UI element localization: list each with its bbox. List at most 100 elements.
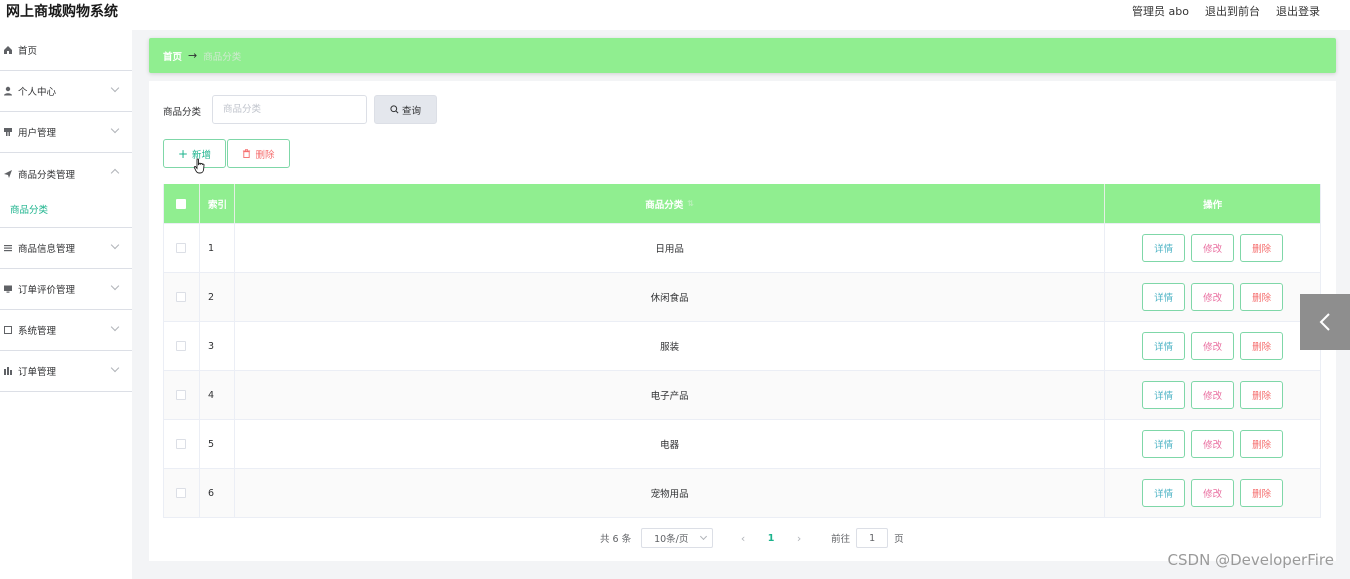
table-row: 1 日用品 详情 修改 删除 — [164, 223, 1320, 272]
search-icon — [390, 105, 399, 114]
table-row: 5 电器 详情 修改 删除 — [164, 419, 1320, 468]
row-delete-button[interactable]: 删除 — [1240, 234, 1284, 262]
sidebar-item-label: 订单评价管理 — [18, 285, 76, 296]
edit-button[interactable]: 修改 — [1191, 332, 1235, 360]
row-delete-button[interactable]: 删除 — [1240, 332, 1284, 360]
users-icon — [2, 126, 14, 138]
total-count: 共 6 条 — [600, 534, 632, 545]
top-bar: 网上商城购物系统 管理员 abo 退出到前台 退出登录 — [0, 0, 1350, 24]
detail-button[interactable]: 详情 — [1142, 381, 1186, 409]
sidebar-item-label: 订单管理 — [18, 367, 57, 378]
header-index: 索引 — [200, 184, 235, 223]
query-button[interactable]: 查询 — [374, 95, 437, 124]
detail-button[interactable]: 详情 — [1142, 234, 1186, 262]
edit-button[interactable]: 修改 — [1191, 381, 1235, 409]
row-index: 2 — [200, 273, 235, 321]
breadcrumb-home[interactable]: 首页 — [163, 49, 182, 63]
sidebar-item-order-mgmt[interactable]: 订单管理 — [0, 351, 132, 392]
logout-link[interactable]: 退出登录 — [1276, 3, 1320, 19]
plus-icon: + — [177, 146, 189, 161]
delete-button[interactable]: 删除 — [227, 139, 290, 168]
watermark: CSDN @DeveloperFire — [1167, 551, 1334, 569]
row-index: 4 — [200, 371, 235, 419]
row-checkbox[interactable] — [176, 243, 187, 253]
page-number[interactable]: 1 — [755, 533, 787, 544]
sidebar-item-users[interactable]: 用户管理 — [0, 112, 132, 153]
query-button-label: 查询 — [401, 105, 421, 117]
detail-button[interactable]: 详情 — [1142, 430, 1186, 458]
edit-button[interactable]: 修改 — [1191, 479, 1235, 507]
edit-button[interactable]: 修改 — [1191, 283, 1235, 311]
edit-button[interactable]: 修改 — [1191, 234, 1235, 262]
search-label: 商品分类 — [163, 107, 202, 118]
row-category: 电器 — [235, 420, 1106, 468]
sidebar-item-review-mgmt[interactable]: 订单评价管理 — [0, 269, 132, 310]
row-category: 宠物用品 — [235, 469, 1106, 517]
row-checkbox[interactable] — [176, 390, 187, 400]
admin-label: 管理员 abo — [1132, 5, 1189, 18]
row-delete-button[interactable]: 删除 — [1240, 283, 1284, 311]
sidebar-item-label: 个人中心 — [18, 87, 57, 98]
side-collapse-button[interactable] — [1300, 294, 1350, 350]
delete-button-label: 删除 — [255, 149, 275, 161]
edit-button[interactable]: 修改 — [1191, 430, 1235, 458]
user-icon — [2, 85, 14, 97]
page-suffix: 页 — [894, 534, 904, 545]
chevron-left-icon — [1319, 313, 1330, 331]
row-checkbox[interactable] — [176, 488, 187, 498]
sidebar-subitem-category[interactable]: 商品分类 — [0, 194, 132, 228]
row-delete-button[interactable]: 删除 — [1240, 381, 1284, 409]
row-delete-button[interactable]: 删除 — [1240, 479, 1284, 507]
row-category: 电子产品 — [235, 371, 1106, 419]
sidebar-item-product-mgmt[interactable]: 商品信息管理 — [0, 228, 132, 269]
row-checkbox[interactable] — [176, 439, 187, 449]
chevron-down-icon — [110, 322, 120, 332]
sidebar-item-personal[interactable]: 个人中心 — [0, 71, 132, 112]
hand-cursor-icon — [193, 158, 205, 174]
row-delete-button[interactable]: 删除 — [1240, 430, 1284, 458]
table-row: 3 服装 详情 修改 删除 — [164, 321, 1320, 370]
page-size-select[interactable]: 10条/页 — [641, 528, 714, 548]
sidebar-item-label: 商品分类管理 — [18, 169, 76, 181]
sidebar-item-label: 用户管理 — [18, 128, 57, 139]
row-index: 1 — [200, 224, 235, 272]
chevron-down-icon — [110, 83, 120, 93]
sidebar-item-home[interactable]: 首页 — [0, 30, 132, 71]
detail-button[interactable]: 详情 — [1142, 283, 1186, 311]
search-input[interactable] — [212, 95, 367, 124]
send-icon — [2, 168, 14, 180]
goto-page-input[interactable] — [856, 528, 889, 548]
sort-icon[interactable]: ⇅ — [687, 199, 694, 208]
sidebar-item-system-mgmt[interactable]: 系统管理 — [0, 310, 132, 351]
chevron-up-icon — [110, 168, 120, 178]
row-category: 服装 — [235, 322, 1106, 370]
prev-page-button[interactable]: ‹ — [731, 532, 755, 545]
monitor-icon — [2, 283, 14, 295]
row-index: 3 — [200, 322, 235, 370]
top-right-links: 管理员 abo 退出到前台 退出登录 — [1132, 3, 1320, 19]
detail-button[interactable]: 详情 — [1142, 332, 1186, 360]
category-table: 索引 商品分类 ⇅ 操作 1 日用品 详情 修改 删除 2 休闲食品 详情 修改 — [163, 184, 1321, 518]
list-icon — [2, 242, 14, 254]
to-front-link[interactable]: 退出到前台 — [1205, 3, 1260, 19]
row-checkbox[interactable] — [176, 341, 187, 351]
sidebar-item-category-mgmt[interactable]: 商品分类管理 — [0, 153, 132, 194]
breadcrumb: 首页 → 商品分类 — [149, 38, 1336, 73]
chevron-down-icon — [110, 124, 120, 134]
row-category: 休闲食品 — [235, 273, 1106, 321]
window-icon — [2, 324, 14, 336]
header-category[interactable]: 商品分类 ⇅ — [235, 184, 1106, 223]
select-all-checkbox[interactable] — [176, 198, 187, 209]
row-checkbox[interactable] — [176, 292, 187, 302]
app-title: 网上商城购物系统 — [6, 4, 118, 20]
sidebar-item-label: 商品信息管理 — [18, 244, 76, 255]
content-panel: 商品分类 查询 + 新增 删除 索引 商品分类 ⇅ 操作 1 日用品 — [149, 81, 1336, 561]
next-page-button[interactable]: › — [787, 532, 811, 545]
detail-button[interactable]: 详情 — [1142, 479, 1186, 507]
header-category-label: 商品分类 — [645, 199, 684, 211]
chevron-down-icon — [700, 532, 708, 541]
home-icon — [2, 44, 14, 56]
breadcrumb-current: 商品分类 — [203, 51, 242, 63]
table-row: 6 宠物用品 详情 修改 删除 — [164, 468, 1320, 517]
row-index: 6 — [200, 469, 235, 517]
